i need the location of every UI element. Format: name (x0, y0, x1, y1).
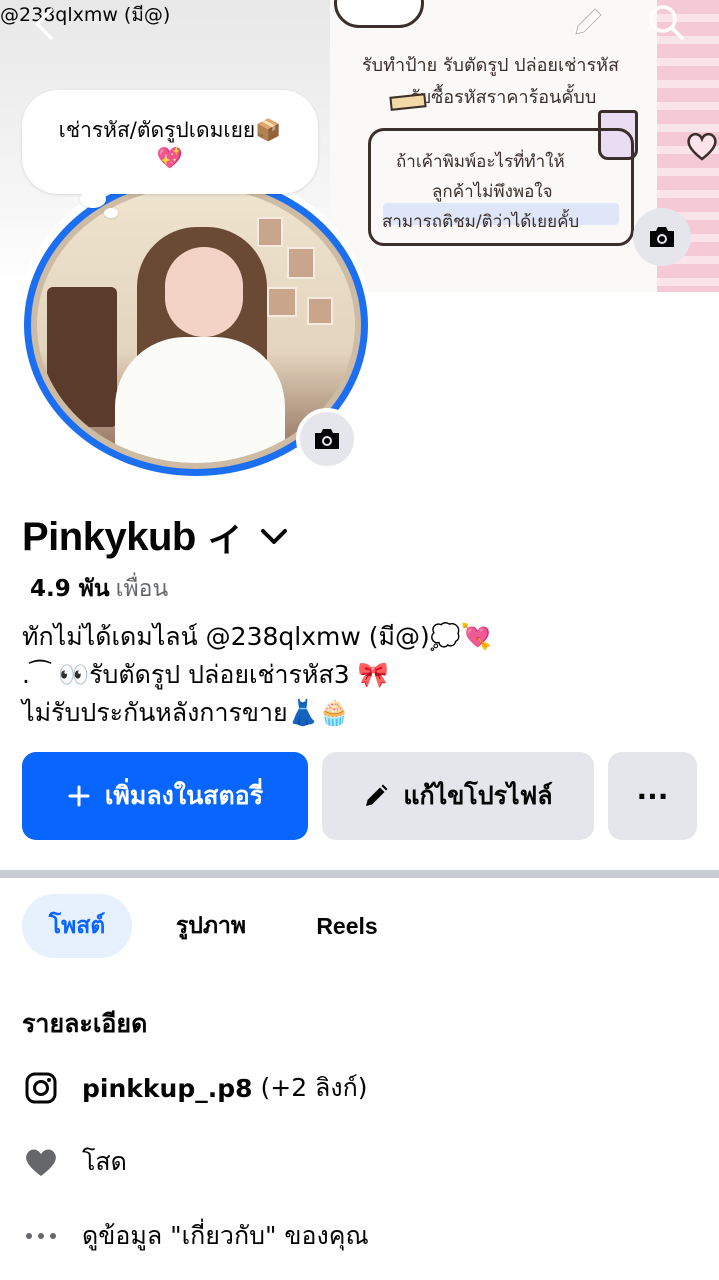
pencil-icon (574, 7, 603, 36)
chevron-left-icon (35, 8, 53, 40)
cover-line-1: รับทำป้าย รับตัดรูป ปล่อยเช่ารหัส (362, 55, 619, 76)
search-icon (649, 5, 684, 40)
instagram-detail-row[interactable]: pinkkup_.p8 (+2 ลิงก์) (22, 1066, 367, 1110)
bubble-tail (80, 190, 106, 208)
profile-name-suffix: イ (207, 520, 242, 561)
avatar-camera-button[interactable] (296, 408, 358, 470)
cloud-decoration (334, 0, 424, 28)
cover-camera-button[interactable] (633, 208, 691, 266)
profile-name: Pinkykub (22, 514, 196, 559)
edit-cover-button[interactable] (564, 0, 612, 44)
search-button[interactable] (642, 0, 690, 44)
chair (47, 287, 117, 427)
wall-poster (307, 297, 333, 325)
friends-count-link[interactable]: 4.9 พัน เพื่อน (30, 571, 168, 607)
about-info-link[interactable]: ดูข้อมูล "เกี่ยวกับ" ของคุณ (82, 1216, 369, 1256)
plus-icon (67, 784, 91, 808)
camera-icon (650, 227, 674, 247)
edit-profile-button[interactable]: แก้ไขโปรไฟล์ (322, 752, 594, 840)
details-title: รายละเอียด (22, 1009, 148, 1038)
wall-poster (257, 217, 283, 247)
wall-poster (287, 247, 315, 279)
heart-icon (22, 1143, 60, 1181)
instagram-icon (22, 1069, 60, 1107)
about-info-row[interactable]: ดูข้อมูล "เกี่ยวกับ" ของคุณ (22, 1214, 369, 1258)
bubble-tail (104, 208, 118, 218)
section-divider (0, 870, 719, 878)
more-options-icon: ··· (636, 779, 669, 813)
pencil-icon (363, 783, 389, 809)
friends-label: เพื่อน (115, 576, 169, 602)
add-to-story-button[interactable]: เพิ่มลงในสตอรี่ (22, 752, 308, 840)
instagram-extra-links[interactable]: (+2 ลิงก์) (261, 1068, 368, 1108)
profile-note-bubble[interactable]: เช่ารหัส/ตัดรูปเดมเยย📦 💖 (22, 90, 318, 194)
profile-name-row[interactable]: Pinkykub イ (22, 510, 292, 564)
tab-posts[interactable]: โพสต์ (22, 894, 132, 958)
tab-reels[interactable]: Reels (292, 894, 402, 958)
shirt (115, 337, 285, 463)
edit-profile-label: แก้ไขโปรไฟล์ (403, 781, 553, 810)
cover-line-2: รับซื้อรหัสราคาร้อนคั้บบ (410, 87, 597, 108)
wall-poster (267, 287, 297, 317)
tab-photos[interactable]: รูปภาพ (152, 894, 270, 958)
relationship-status: โสด (82, 1147, 127, 1176)
friends-count: 4.9 พัน (30, 576, 110, 602)
add-to-story-label: เพิ่มลงในสตอรี่ (104, 781, 264, 810)
heart-decoration (687, 132, 717, 161)
cover-box-line-2: ลูกค้าไม่พึงพอใจ (432, 182, 553, 202)
bio-line: ไม่รับประกันหลังการขาย👗🧁 (22, 698, 350, 727)
cover-box-line-1: ถ้าเค้าพิมพ์อะไรที่ทำให้ (396, 152, 565, 172)
note-line-1: เช่ารหัส/ตัดรูปเดมเยย📦 (58, 118, 282, 142)
more-options-button[interactable]: ··· (608, 752, 697, 840)
chevron-down-icon (260, 529, 287, 544)
cover-box-line-3: สามารถติชม/ติว่าได้เยยคั้บ (382, 212, 580, 232)
camera-icon (315, 429, 339, 449)
back-button[interactable] (22, 2, 66, 46)
profile-bio: ทักไม่ได้เดมไลน์ @238qlxmw (มี@)💭💘 .⁀ 👀ร… (22, 618, 492, 732)
bio-line: ทักไม่ได้เดมไลน์ @238qlxmw (มี@)💭💘 (22, 622, 492, 651)
relationship-detail-row: โสด (22, 1140, 127, 1184)
note-line-2: 💖 (156, 146, 184, 170)
instagram-handle[interactable]: pinkkup_.p8 (82, 1074, 253, 1103)
switch-profile-button[interactable] (256, 519, 292, 555)
ellipsis-icon (22, 1217, 60, 1255)
bio-line: .⁀ 👀รับตัดรูป ปล่อยเช่ารหัส3 🎀 (22, 660, 389, 689)
face (165, 247, 243, 337)
